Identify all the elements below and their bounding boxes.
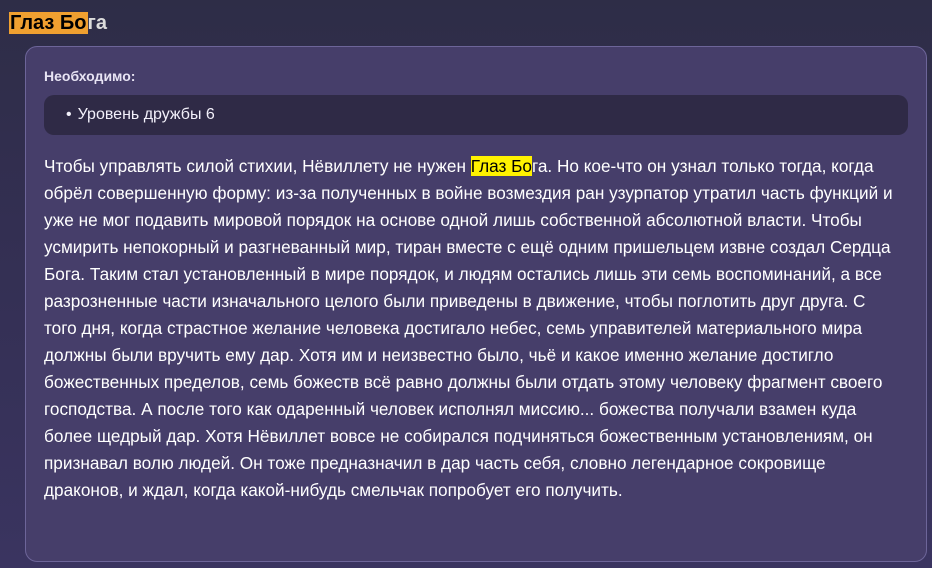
bullet-icon: •: [66, 106, 72, 123]
item-card: Необходимо: • Уровень дружбы 6 Чтобы упр…: [25, 46, 927, 562]
page-title: Глаз Бога: [9, 9, 107, 37]
requirement-item: Уровень дружбы 6: [77, 106, 215, 123]
title-search-highlight: Глаз Бо: [9, 12, 88, 34]
requirements-box: • Уровень дружбы 6: [44, 95, 908, 135]
description-text-before: Чтобы управлять силой стихии, Нёвиллету …: [44, 156, 471, 176]
requirements-label: Необходимо:: [44, 68, 136, 84]
item-description: Чтобы управлять силой стихии, Нёвиллету …: [44, 153, 908, 504]
title-rest: га: [87, 12, 107, 34]
description-text-after: га. Но кое-что он узнал только тогда, ко…: [44, 156, 893, 500]
description-search-highlight: Глаз Бо: [470, 156, 532, 176]
